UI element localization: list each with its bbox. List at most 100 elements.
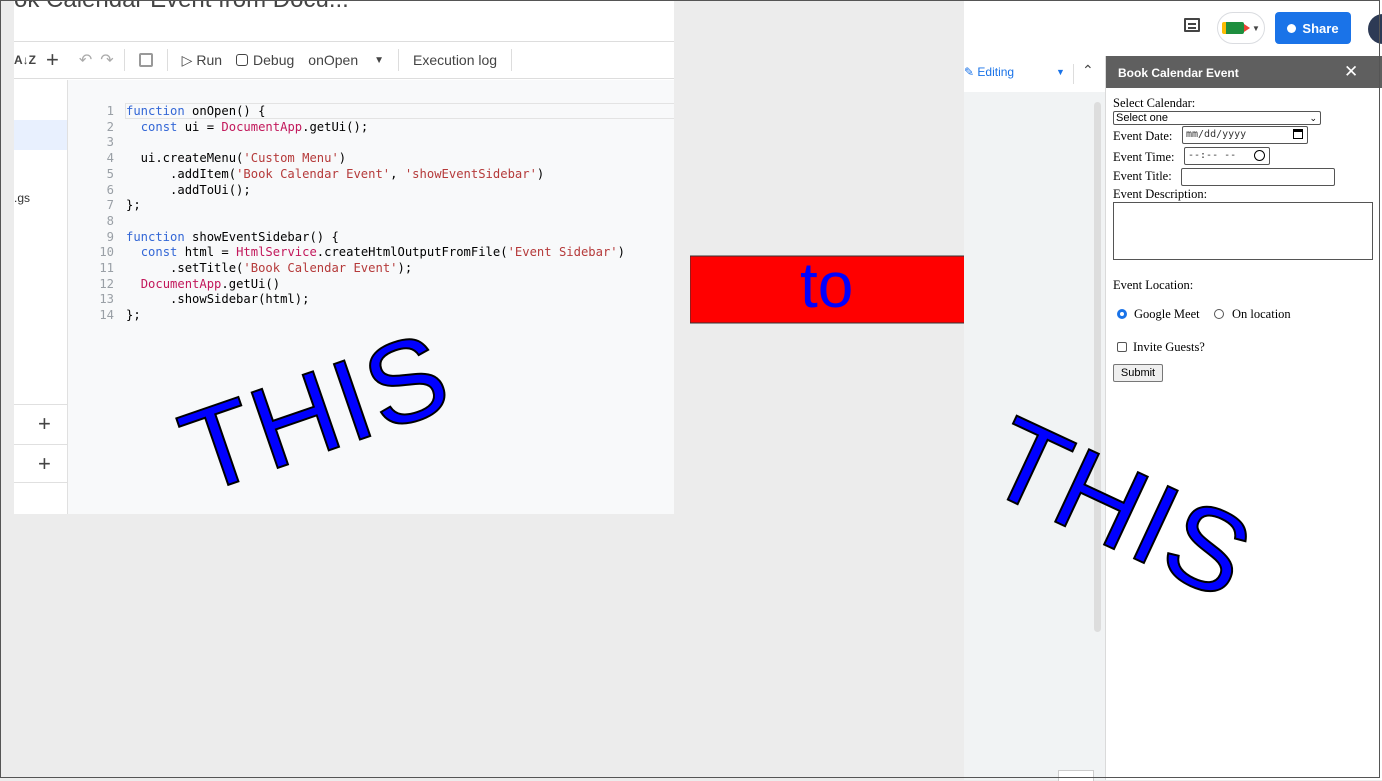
event-date-input[interactable]: mm/dd/yyyy bbox=[1182, 126, 1308, 144]
add-file-icon[interactable]: + bbox=[46, 47, 59, 73]
code-text: }; bbox=[126, 308, 141, 323]
line-number: 4 bbox=[106, 151, 114, 166]
selected-file-highlight[interactable] bbox=[14, 120, 67, 150]
toolbar-divider bbox=[123, 49, 125, 71]
code-line[interactable]: 14}; bbox=[68, 308, 141, 323]
code-text: .addToUi(); bbox=[126, 182, 251, 197]
event-time-placeholder: --:-- -- bbox=[1188, 150, 1237, 161]
add-library-icon[interactable]: + bbox=[38, 413, 51, 435]
share-button[interactable]: Share bbox=[1275, 12, 1351, 44]
invite-guests-checkbox[interactable] bbox=[1117, 342, 1127, 352]
code-text: function onOpen() { bbox=[126, 104, 266, 118]
collapse-menus-icon[interactable]: ⌃ bbox=[1082, 62, 1094, 79]
run-button[interactable]: ▷ Run bbox=[182, 52, 222, 69]
code-line[interactable]: 1 function onOpen() { bbox=[68, 104, 266, 119]
add-service-icon[interactable]: + bbox=[38, 453, 51, 475]
code-text: .addItem('Book Calendar Event', 'showEve… bbox=[126, 166, 545, 181]
chevron-down-icon: ▼ bbox=[1252, 23, 1260, 33]
pencil-icon: ✎ bbox=[964, 65, 978, 79]
line-number: 3 bbox=[106, 135, 114, 150]
event-title-input[interactable] bbox=[1181, 168, 1335, 186]
clock-icon[interactable] bbox=[1254, 150, 1265, 161]
redo-icon[interactable]: ↷ bbox=[100, 50, 113, 70]
chevron-down-icon[interactable]: ▼ bbox=[1056, 67, 1065, 77]
calendar-icon[interactable] bbox=[1293, 129, 1303, 139]
debug-button[interactable]: Debug bbox=[236, 52, 294, 68]
code-line[interactable]: 10 const html = HtmlService.createHtmlOu… bbox=[68, 245, 625, 260]
function-select[interactable]: onOpen ▼ bbox=[308, 52, 384, 68]
event-description-textarea[interactable] bbox=[1113, 202, 1373, 260]
event-date-label: Event Date: bbox=[1113, 129, 1173, 143]
files-panel: .gs + + bbox=[14, 80, 68, 514]
line-number: 11 bbox=[99, 261, 114, 275]
code-line[interactable]: 13 .showSidebar(html); bbox=[68, 292, 309, 307]
line-number: 2 bbox=[106, 119, 114, 134]
google-meet-label[interactable]: Google Meet bbox=[1134, 307, 1200, 322]
debug-icon bbox=[236, 54, 249, 66]
toolbar-divider bbox=[511, 49, 513, 71]
event-title-label: Event Title: bbox=[1113, 169, 1172, 183]
code-line[interactable]: 6 .addToUi(); bbox=[68, 183, 251, 198]
explore-button[interactable] bbox=[1058, 770, 1094, 781]
editor-toolbar: A↓Z + ↶ ↷ ▷ Run Debug onOpen ▼ Execution… bbox=[14, 41, 674, 79]
panel-divider bbox=[14, 404, 67, 405]
avatar[interactable] bbox=[1368, 14, 1382, 44]
line-number: 10 bbox=[99, 245, 114, 260]
comment-history-icon[interactable] bbox=[1184, 18, 1200, 32]
code-line[interactable]: 5 .addItem('Book Calendar Event', 'showE… bbox=[68, 166, 545, 182]
project-title[interactable]: ok Calendar Event from Docu... bbox=[14, 0, 349, 14]
sidebar-title: Book Calendar Event bbox=[1118, 66, 1239, 80]
person-icon bbox=[1287, 23, 1297, 33]
on-location-label[interactable]: On location bbox=[1232, 307, 1291, 322]
code-text: ui.createMenu('Custom Menu') bbox=[126, 151, 347, 166]
toolbar-divider bbox=[398, 49, 400, 71]
google-docs-window: ▼ Share ✎ Editing ▼ ⌃ Book Calendar Even… bbox=[964, 0, 1382, 781]
event-date-placeholder: mm/dd/yyyy bbox=[1186, 129, 1247, 140]
on-location-radio[interactable] bbox=[1214, 309, 1224, 319]
invite-guests-label[interactable]: Invite Guests? bbox=[1133, 340, 1205, 355]
code-line[interactable]: 9 function showEventSidebar() { bbox=[68, 230, 339, 245]
code-line[interactable]: 11 .setTitle('Book Calendar Event'); bbox=[68, 261, 412, 276]
execution-log-button[interactable]: Execution log bbox=[413, 52, 497, 68]
code-text: DocumentApp.getUi() bbox=[140, 276, 281, 291]
line-number: 1 bbox=[106, 104, 114, 118]
line-number: 6 bbox=[106, 182, 114, 197]
event-time-label: Event Time: bbox=[1113, 150, 1175, 164]
code-text: const ui = DocumentApp.getUi(); bbox=[140, 119, 369, 134]
line-number: 5 bbox=[106, 166, 114, 181]
code-line[interactable]: 12 DocumentApp.getUi() bbox=[68, 277, 280, 292]
file-item-gs[interactable]: .gs bbox=[14, 191, 30, 205]
event-time-input[interactable]: --:-- -- bbox=[1184, 147, 1270, 165]
undo-icon[interactable]: ↶ bbox=[79, 50, 92, 70]
save-icon[interactable] bbox=[138, 53, 153, 67]
close-icon[interactable]: ✕ bbox=[1344, 62, 1358, 82]
code-text: .showSidebar(html); bbox=[126, 292, 310, 307]
calendar-select-value: Select one bbox=[1116, 112, 1168, 124]
line-number: 9 bbox=[106, 229, 114, 244]
code-line[interactable]: 3 bbox=[68, 135, 126, 150]
panel-divider bbox=[14, 444, 67, 445]
line-number: 8 bbox=[106, 213, 114, 228]
book-calendar-event-sidebar: Book Calendar Event ✕ Select Calendar: S… bbox=[1105, 56, 1382, 780]
chevron-down-icon: ⌄ bbox=[1309, 113, 1317, 123]
code-line[interactable]: 2 const ui = DocumentApp.getUi(); bbox=[68, 119, 369, 135]
docs-header: ▼ Share bbox=[964, 0, 1382, 56]
code-line[interactable]: 4 ui.createMenu('Custom Menu') bbox=[68, 151, 346, 166]
code-text: .setTitle('Book Calendar Event'); bbox=[126, 261, 413, 275]
docs-toolbar: ✎ Editing ▼ ⌃ bbox=[964, 56, 1106, 93]
line-number: 12 bbox=[99, 276, 114, 291]
event-location-label: Event Location: bbox=[1113, 278, 1194, 292]
sort-files-icon[interactable]: A↓Z bbox=[14, 53, 36, 67]
google-meet-radio[interactable] bbox=[1117, 309, 1127, 319]
code-line[interactable]: 7}; bbox=[68, 198, 141, 213]
code-line[interactable]: 8 bbox=[68, 214, 126, 229]
meet-button[interactable]: ▼ bbox=[1217, 12, 1265, 44]
event-description-label: Event Description: bbox=[1113, 187, 1208, 201]
calendar-select[interactable]: Select one ⌄ bbox=[1113, 111, 1321, 125]
function-select-value: onOpen bbox=[308, 52, 359, 68]
panel-divider bbox=[14, 482, 67, 483]
submit-button[interactable]: Submit bbox=[1113, 364, 1163, 382]
editing-mode-button[interactable]: ✎ Editing bbox=[964, 65, 1014, 79]
debug-label: Debug bbox=[253, 52, 295, 68]
line-number: 14 bbox=[99, 308, 114, 323]
